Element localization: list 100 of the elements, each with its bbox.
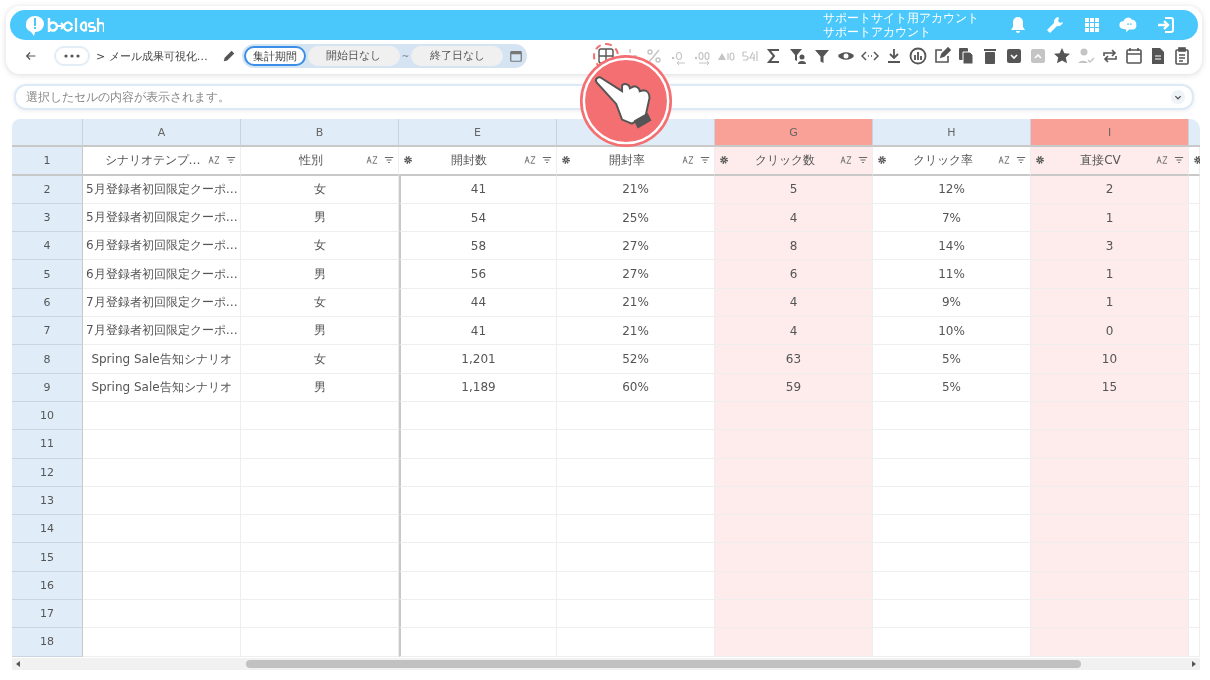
column-title: 開封率 bbox=[607, 151, 646, 169]
table-cell: 男 bbox=[241, 317, 399, 346]
table-cell: 1,201 bbox=[399, 345, 557, 374]
table-cell: 60% bbox=[557, 373, 715, 402]
chevron-down-icon[interactable] bbox=[1170, 89, 1186, 105]
horizontal-scrollbar[interactable] bbox=[12, 657, 1200, 670]
row-number[interactable]: 14 bbox=[12, 515, 83, 544]
table-cell: 27% bbox=[557, 232, 715, 261]
scroll-left-icon[interactable] bbox=[14, 659, 22, 668]
pencil-icon[interactable] bbox=[221, 49, 236, 63]
table-cell: 女 bbox=[241, 175, 399, 204]
table-cell: 男 bbox=[241, 373, 399, 402]
filter-lines-icon[interactable] bbox=[700, 155, 710, 166]
filter-lines-icon[interactable] bbox=[1174, 155, 1184, 166]
gear-icon[interactable] bbox=[1035, 155, 1045, 166]
table-cell: 7月登録者初回限定クーポ… bbox=[83, 317, 241, 346]
scrollbar-thumb[interactable] bbox=[246, 659, 1081, 668]
sort-az-icon[interactable] bbox=[1156, 155, 1168, 166]
gear-icon[interactable] bbox=[403, 155, 413, 166]
table-cell: 6月登録者初回限定クーポ… bbox=[83, 260, 241, 289]
row-number[interactable]: 4 bbox=[12, 232, 83, 261]
range-separator: ~ bbox=[401, 51, 410, 61]
table-cell: 5% bbox=[873, 345, 1031, 374]
sort-az-icon[interactable] bbox=[840, 155, 852, 166]
table-cell: 2 bbox=[1031, 175, 1189, 204]
table-cell: Spring Sale告知シナリオ bbox=[83, 345, 241, 374]
row-number[interactable]: 13 bbox=[12, 486, 83, 516]
column-title: クリック率 bbox=[911, 151, 974, 169]
table-cell: 男 bbox=[241, 260, 399, 289]
filter-lines-icon[interactable] bbox=[542, 155, 552, 166]
table-cell: 3 bbox=[1031, 232, 1189, 261]
column-header[interactable]: E bbox=[399, 119, 557, 148]
table-cell: 女 bbox=[241, 232, 399, 261]
row-number[interactable]: 6 bbox=[12, 288, 83, 318]
account-name: サポートアカウント bbox=[823, 25, 932, 39]
gear-icon[interactable] bbox=[561, 155, 571, 166]
table-cell: 0 bbox=[1031, 317, 1189, 346]
back-arrow-icon[interactable] bbox=[24, 49, 38, 63]
gear-icon[interactable] bbox=[1193, 155, 1200, 166]
table-cell: 7月登録者初回限定クーポ… bbox=[83, 288, 241, 318]
column-title: シナリオテンプ… bbox=[103, 151, 202, 169]
breadcrumb-title[interactable]: > メール成果可視化… bbox=[96, 48, 208, 64]
sort-az-icon[interactable] bbox=[366, 155, 378, 166]
row-number[interactable]: 12 bbox=[12, 458, 83, 487]
row-number[interactable]: 7 bbox=[12, 317, 83, 346]
table-cell: 4 bbox=[715, 203, 873, 233]
row-number[interactable]: 2 bbox=[12, 175, 83, 204]
table-cell: 14% bbox=[873, 232, 1031, 261]
column-header[interactable]: H bbox=[873, 119, 1031, 148]
filter-lines-icon[interactable] bbox=[1016, 155, 1026, 166]
table-cell: 4 bbox=[715, 288, 873, 318]
row-number[interactable]: 10 bbox=[12, 401, 83, 431]
period-tab[interactable]: 集計期間 bbox=[243, 46, 306, 66]
column-title: 開封数 bbox=[449, 151, 488, 169]
table-cell: 1,189 bbox=[399, 373, 557, 402]
table-cell: 5月登録者初回限定クーポ… bbox=[83, 203, 241, 233]
table-cell: 58 bbox=[399, 232, 557, 261]
start-date-field[interactable]: 開始日なし bbox=[307, 46, 400, 66]
sort-az-icon[interactable] bbox=[998, 155, 1010, 166]
table-cell: 5 bbox=[715, 175, 873, 204]
table-cell: 6月登録者初回限定クーポ… bbox=[83, 232, 241, 261]
corner-cell[interactable] bbox=[12, 119, 83, 148]
row-number[interactable]: 18 bbox=[12, 628, 83, 657]
table-cell: 女 bbox=[241, 345, 399, 374]
end-date-field[interactable]: 終了日なし bbox=[411, 46, 504, 66]
row-number[interactable]: 9 bbox=[12, 373, 83, 402]
filter-lines-icon[interactable] bbox=[858, 155, 868, 166]
gear-icon[interactable] bbox=[877, 155, 887, 166]
more-dots-icon bbox=[64, 54, 80, 58]
column-header[interactable]: A bbox=[83, 119, 241, 148]
row-number[interactable]: 17 bbox=[12, 600, 83, 629]
sort-az-icon[interactable] bbox=[208, 155, 220, 166]
table-cell: 12% bbox=[873, 175, 1031, 204]
sort-az-icon[interactable] bbox=[682, 155, 694, 166]
row-number[interactable]: 1 bbox=[12, 147, 83, 176]
table-cell: Spring Sale告知シナリオ bbox=[83, 373, 241, 402]
column-title: クリック数 bbox=[753, 151, 816, 169]
filter-lines-icon[interactable] bbox=[384, 155, 394, 166]
table-cell: 56 bbox=[399, 260, 557, 289]
gear-icon[interactable] bbox=[719, 155, 729, 166]
table-cell: 41 bbox=[399, 317, 557, 346]
table-cell: 63 bbox=[715, 345, 873, 374]
filter-lines-icon[interactable] bbox=[226, 155, 236, 166]
row-number[interactable]: 5 bbox=[12, 260, 83, 289]
row-number[interactable]: 16 bbox=[12, 571, 83, 601]
formula-input[interactable]: 選択したセルの内容が表示されます。 bbox=[24, 89, 1170, 105]
sort-az-icon[interactable] bbox=[524, 155, 536, 166]
table-cell: 15 bbox=[1031, 373, 1189, 402]
row-number[interactable]: 3 bbox=[12, 203, 83, 233]
scroll-right-icon[interactable] bbox=[1190, 659, 1198, 668]
table-cell: 9% bbox=[873, 288, 1031, 318]
column-header[interactable]: B bbox=[241, 119, 399, 148]
formula-field[interactable]: 選択したセルの内容が表示されます。 bbox=[14, 84, 1194, 110]
row-number[interactable]: 8 bbox=[12, 345, 83, 374]
row-number[interactable]: 15 bbox=[12, 543, 83, 572]
calendar-icon[interactable] bbox=[509, 49, 524, 63]
row-number[interactable]: 11 bbox=[12, 430, 83, 459]
table-cell: 5% bbox=[873, 373, 1031, 402]
table-cell: 1 bbox=[1031, 203, 1189, 233]
column-title: 性別 bbox=[297, 151, 324, 169]
